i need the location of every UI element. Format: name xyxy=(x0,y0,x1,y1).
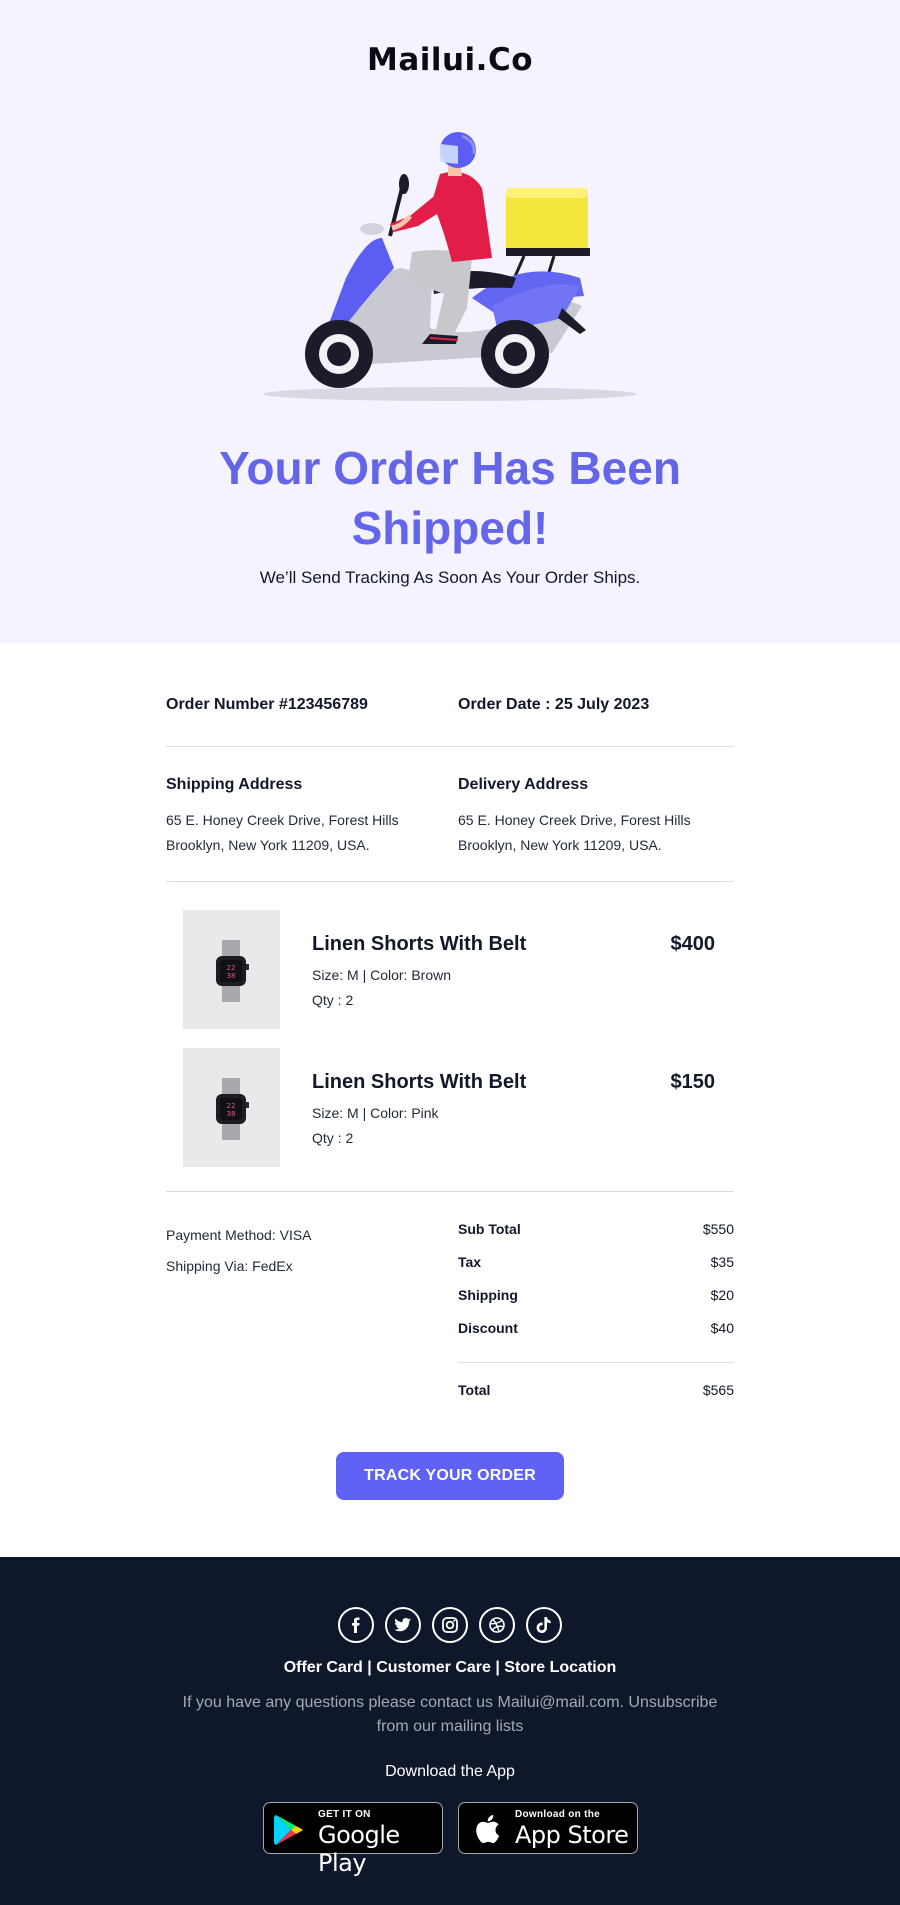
subtotal-value: $550 xyxy=(702,1221,734,1237)
delivery-scooter-illustration xyxy=(263,132,637,401)
item-variant: Size: M | Color: Brown xyxy=(312,967,452,983)
hero-title-line2: Shipped! xyxy=(351,502,549,554)
app-store-big-text: App Store xyxy=(515,1821,629,1849)
discount-label: Discount xyxy=(458,1320,518,1336)
svg-text:22: 22 xyxy=(227,1102,236,1110)
item-name: Linen Shorts With Belt xyxy=(312,933,527,955)
item-qty: Qty : 2 xyxy=(312,1130,354,1146)
customer-care-link[interactable]: Customer Care xyxy=(376,1659,491,1676)
instagram-icon[interactable] xyxy=(432,1607,468,1643)
item-qty: Qty : 2 xyxy=(312,992,354,1008)
google-play-big-text: Google Play xyxy=(318,1821,400,1877)
discount-value: $40 xyxy=(710,1320,734,1336)
delivery-address-title: Delivery Address xyxy=(458,776,589,793)
footer: Offer Card | Customer Care | Store Locat… xyxy=(0,1557,900,1905)
order-meta: Order Number #123456789 Order Date : 25 … xyxy=(166,696,734,718)
hero-title: Your Order Has Been Shipped! xyxy=(150,438,750,558)
divider xyxy=(458,1362,734,1363)
smartwatch-image-icon: 22 38 xyxy=(216,940,249,1002)
total-label: Total xyxy=(458,1382,491,1398)
product-image[interactable]: 22 38 xyxy=(183,910,280,1029)
divider xyxy=(166,881,734,882)
hero-title-line1: Your Order Has Been xyxy=(219,442,681,494)
brand-logo[interactable]: Mailui.Co xyxy=(0,42,900,78)
svg-text:22: 22 xyxy=(227,964,236,972)
apple-icon xyxy=(476,1815,500,1844)
download-app-label: Download the App xyxy=(385,1763,515,1780)
google-play-small-text: GET IT ON xyxy=(318,1809,371,1820)
app-store-badge[interactable]: Download on the App Store xyxy=(458,1802,638,1854)
app-store-small-text: Download on the xyxy=(515,1809,601,1820)
facebook-icon[interactable] xyxy=(338,1607,374,1643)
link-separator: | xyxy=(490,1659,505,1676)
order-item: 22 38 Linen Shorts With Belt $150 Size: … xyxy=(183,1048,715,1167)
shipping-via: Shipping Via: FedEx xyxy=(166,1258,293,1274)
google-play-icon xyxy=(274,1815,303,1845)
item-name: Linen Shorts With Belt xyxy=(312,1071,527,1093)
subtotal-row: Sub Total $550 xyxy=(458,1221,734,1239)
delivery-address-line2: Brooklyn, New York 11209, USA. xyxy=(458,837,662,853)
footer-links: Offer Card | Customer Care | Store Locat… xyxy=(0,1659,900,1677)
delivery-address: Delivery Address 65 E. Honey Creek Drive… xyxy=(458,776,718,858)
item-variant: Size: M | Color: Pink xyxy=(312,1105,439,1121)
shipping-address-line2: Brooklyn, New York 11209, USA. xyxy=(166,837,370,853)
hero-section: Mailui.Co Your Order Has Been Shipped! W… xyxy=(0,0,900,643)
smartwatch-image-icon: 22 38 xyxy=(216,1078,249,1140)
dribbble-icon[interactable] xyxy=(479,1607,515,1643)
tax-row: Tax $35 xyxy=(458,1254,734,1272)
track-order-button[interactable]: TRACK YOUR ORDER xyxy=(336,1452,564,1500)
link-separator: | xyxy=(362,1659,377,1676)
total-value: $565 xyxy=(702,1382,734,1398)
product-image[interactable]: 22 38 xyxy=(183,1048,280,1167)
footer-contact-text: If you have any questions please contact… xyxy=(182,1694,718,1735)
svg-text:38: 38 xyxy=(227,972,236,980)
social-links xyxy=(338,1607,562,1643)
delivery-address-line1: 65 E. Honey Creek Drive, Forest Hills xyxy=(458,812,691,828)
offer-card-link[interactable]: Offer Card xyxy=(284,1659,363,1676)
google-play-badge[interactable]: GET IT ON Google Play xyxy=(263,1802,443,1877)
shipping-address-line1: 65 E. Honey Creek Drive, Forest Hills xyxy=(166,812,399,828)
twitter-icon[interactable] xyxy=(385,1607,421,1643)
svg-text:38: 38 xyxy=(227,1110,236,1118)
total-row: Total $565 xyxy=(458,1382,734,1400)
discount-row: Discount $40 xyxy=(458,1320,734,1338)
shipping-value: $20 xyxy=(710,1287,734,1303)
shipping-row: Shipping $20 xyxy=(458,1287,734,1305)
hero-subtitle: We’ll Send Tracking As Soon As Your Orde… xyxy=(259,568,641,587)
divider xyxy=(166,746,734,747)
store-location-link[interactable]: Store Location xyxy=(504,1659,616,1676)
shipping-label: Shipping xyxy=(458,1287,518,1303)
tax-value: $35 xyxy=(710,1254,734,1270)
order-number: Order Number #123456789 xyxy=(166,696,368,713)
order-date: Order Date : 25 July 2023 xyxy=(458,696,650,713)
item-price: $400 xyxy=(670,933,716,955)
tax-label: Tax xyxy=(458,1254,482,1270)
order-item: 22 38 Linen Shorts With Belt $400 Size: … xyxy=(183,910,715,1029)
subtotal-label: Sub Total xyxy=(458,1221,521,1237)
shipping-address: Shipping Address 65 E. Honey Creek Drive… xyxy=(166,776,426,858)
payment-method: Payment Method: VISA xyxy=(166,1227,312,1243)
item-price: $150 xyxy=(670,1071,716,1093)
shipping-address-title: Shipping Address xyxy=(166,776,303,793)
tiktok-icon[interactable] xyxy=(526,1607,562,1643)
divider xyxy=(166,1191,734,1192)
